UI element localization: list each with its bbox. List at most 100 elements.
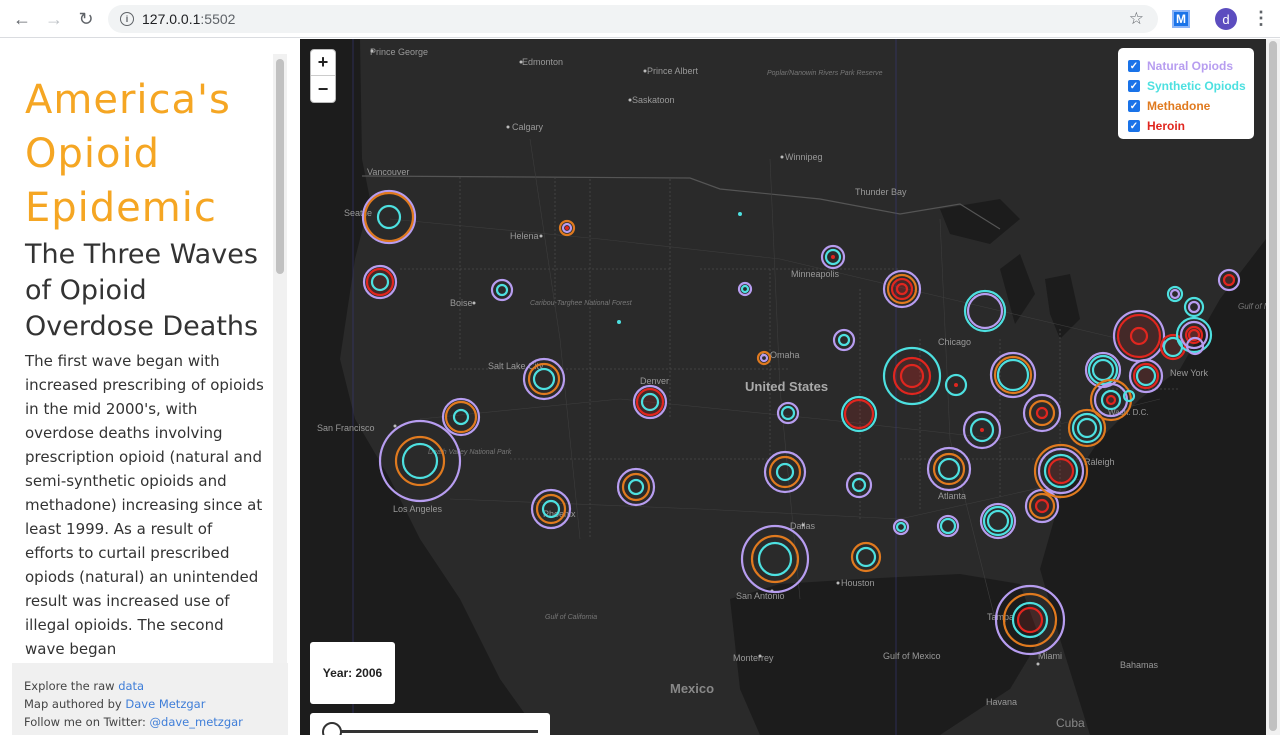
label-poplar-nanowin: Poplar/Nanowin Rivers Park Reserve xyxy=(767,70,883,77)
legend-heroin[interactable]: ✓ Heroin xyxy=(1128,116,1254,136)
label-helena: Helena xyxy=(510,231,539,241)
label-winnipeg: Winnipeg xyxy=(785,152,823,162)
label-cuba: Cuba xyxy=(1056,716,1085,730)
label-minneapolis: Minneapolis xyxy=(791,269,840,279)
opioid-ring xyxy=(1034,498,1050,514)
author-link[interactable]: Dave Metzgar xyxy=(125,697,205,711)
label-edmonton: Edmonton xyxy=(522,57,563,67)
slider-track[interactable] xyxy=(330,730,538,733)
opioid-ring xyxy=(1129,326,1149,346)
opioid-marker[interactable] xyxy=(1112,309,1166,363)
label-atlanta: Atlanta xyxy=(938,491,966,501)
reload-icon[interactable]: ↻ xyxy=(70,3,102,35)
opioid-ring xyxy=(954,383,958,387)
map-canvas[interactable]: Prince George Edmonton Prince Albert Sas… xyxy=(300,39,1266,735)
opioid-marker[interactable] xyxy=(820,244,846,270)
label-prince-albert: Prince Albert xyxy=(647,66,699,76)
slider-handle[interactable] xyxy=(322,722,342,735)
checkbox-synthetic[interactable]: ✓ xyxy=(1128,80,1140,92)
browser-menu-icon[interactable]: ⋮ xyxy=(1252,8,1270,29)
layer-legend: ✓ Natural Opiods ✓ Synthetic Opiods ✓ Metha… xyxy=(1118,48,1254,139)
opioid-ring xyxy=(565,226,569,230)
opioid-ring xyxy=(738,212,742,216)
browser-toolbar: ← → ↻ i 127.0.0.1:5502 ☆ M d ⋮ xyxy=(0,0,1280,38)
profile-avatar[interactable]: d xyxy=(1215,8,1237,30)
forward-icon[interactable]: → xyxy=(38,3,70,35)
opioid-marker[interactable] xyxy=(617,320,621,324)
opioid-ring xyxy=(899,363,925,389)
label-tampa: Tampa xyxy=(987,612,1014,622)
zoom-out-button[interactable]: − xyxy=(311,76,335,102)
label-caribou-targhee: Caribou-Targhee National Forest xyxy=(530,300,633,307)
legend-synthetic-opioids[interactable]: ✓ Synthetic Opiods xyxy=(1128,76,1254,96)
label-san-francisco: San Francisco xyxy=(317,423,375,433)
opioid-ring xyxy=(1035,406,1049,420)
footer-author-line: Map authored by Dave Metzgar xyxy=(24,697,206,711)
opioid-marker[interactable] xyxy=(1128,358,1164,394)
zoom-in-button[interactable]: + xyxy=(311,50,335,76)
info-icon[interactable]: i xyxy=(120,12,134,26)
page-scrollbar-thumb[interactable] xyxy=(1269,41,1277,731)
opioid-ring xyxy=(1016,606,1044,634)
extension-icon[interactable]: M xyxy=(1172,10,1190,28)
opioid-ring xyxy=(831,255,835,259)
sidebar-scrollbar-thumb[interactable] xyxy=(276,59,284,274)
label-havana: Havana xyxy=(986,697,1017,707)
label-los-angeles: Los Angeles xyxy=(393,504,443,514)
twitter-link[interactable]: @dave_metzgar xyxy=(150,715,243,729)
opioid-ring xyxy=(1222,273,1236,287)
map[interactable]: Prince George Edmonton Prince Albert Sas… xyxy=(300,39,1266,735)
sidebar-content: America's Opioid Epidemic The Three Wave… xyxy=(0,39,272,663)
label-monterrey: Monterrey xyxy=(733,653,774,663)
legend-methadone[interactable]: ✓ Methadone xyxy=(1128,96,1254,116)
page-title: America's Opioid Epidemic xyxy=(25,77,231,231)
intro-paragraph: The first wave began with increased pres… xyxy=(25,352,264,658)
opioid-ring xyxy=(617,320,621,324)
checkbox-methadone[interactable]: ✓ xyxy=(1128,100,1140,112)
footer-twitter-line: Follow me on Twitter: @dave_metzgar xyxy=(24,715,243,729)
label-gulf-of-california: Gulf of California xyxy=(545,614,597,621)
label-houston: Houston xyxy=(841,578,875,588)
opioid-ring xyxy=(1047,457,1075,485)
opioid-ring xyxy=(843,398,875,430)
opioid-ring xyxy=(1105,394,1117,406)
back-icon[interactable]: ← xyxy=(6,3,38,35)
footer-data-line: Explore the raw data xyxy=(24,679,145,693)
label-omaha: Omaha xyxy=(770,350,800,360)
checkbox-heroin[interactable]: ✓ xyxy=(1128,120,1140,132)
label-united-states: United States xyxy=(745,379,828,394)
label-vancouver: Vancouver xyxy=(367,167,409,177)
opioid-marker[interactable] xyxy=(738,212,742,216)
label-gulf-of-mexico: Gulf of Mexico xyxy=(883,651,941,661)
label-gulf-of-maine: Gulf of Maine xyxy=(1238,302,1266,311)
label-prince-george: Prince George xyxy=(370,47,428,57)
label-calgary: Calgary xyxy=(512,122,544,132)
opioid-marker[interactable] xyxy=(362,264,398,300)
opioid-marker[interactable] xyxy=(558,219,576,237)
zoom-control: + − xyxy=(310,49,336,103)
year-slider[interactable] xyxy=(310,713,550,735)
label-thunder-bay: Thunder Bay xyxy=(855,187,907,197)
legend-natural-opioids[interactable]: ✓ Natural Opiods xyxy=(1128,56,1254,76)
page-subtitle: The Three Waves of Opioid Overdose Death… xyxy=(25,239,259,342)
label-new-york: New York xyxy=(1170,368,1209,378)
url-text: 127.0.0.1:5502 xyxy=(142,11,236,27)
label-boise: Boise xyxy=(450,298,473,308)
label-mexico: Mexico xyxy=(670,681,714,696)
label-saskatoon: Saskatoon xyxy=(632,95,675,105)
sidebar: America's Opioid Epidemic The Three Wave… xyxy=(0,39,300,735)
opioid-marker[interactable] xyxy=(1022,393,1062,433)
opioid-ring xyxy=(365,267,395,297)
opioid-ring xyxy=(980,428,984,432)
label-denver: Denver xyxy=(640,376,669,386)
sidebar-footer: Explore the raw data Map authored by Dav… xyxy=(12,663,288,735)
data-link[interactable]: data xyxy=(118,679,144,693)
bookmark-star-icon[interactable]: ☆ xyxy=(1129,9,1144,29)
page-scrollbar[interactable] xyxy=(1266,39,1280,735)
year-display: Year: 2006 xyxy=(310,642,395,704)
checkbox-natural[interactable]: ✓ xyxy=(1128,60,1140,72)
address-bar[interactable]: i 127.0.0.1:5502 ☆ xyxy=(108,5,1158,33)
opioid-marker[interactable] xyxy=(840,395,878,433)
opioid-marker[interactable] xyxy=(632,384,668,420)
opioid-ring xyxy=(895,282,909,296)
